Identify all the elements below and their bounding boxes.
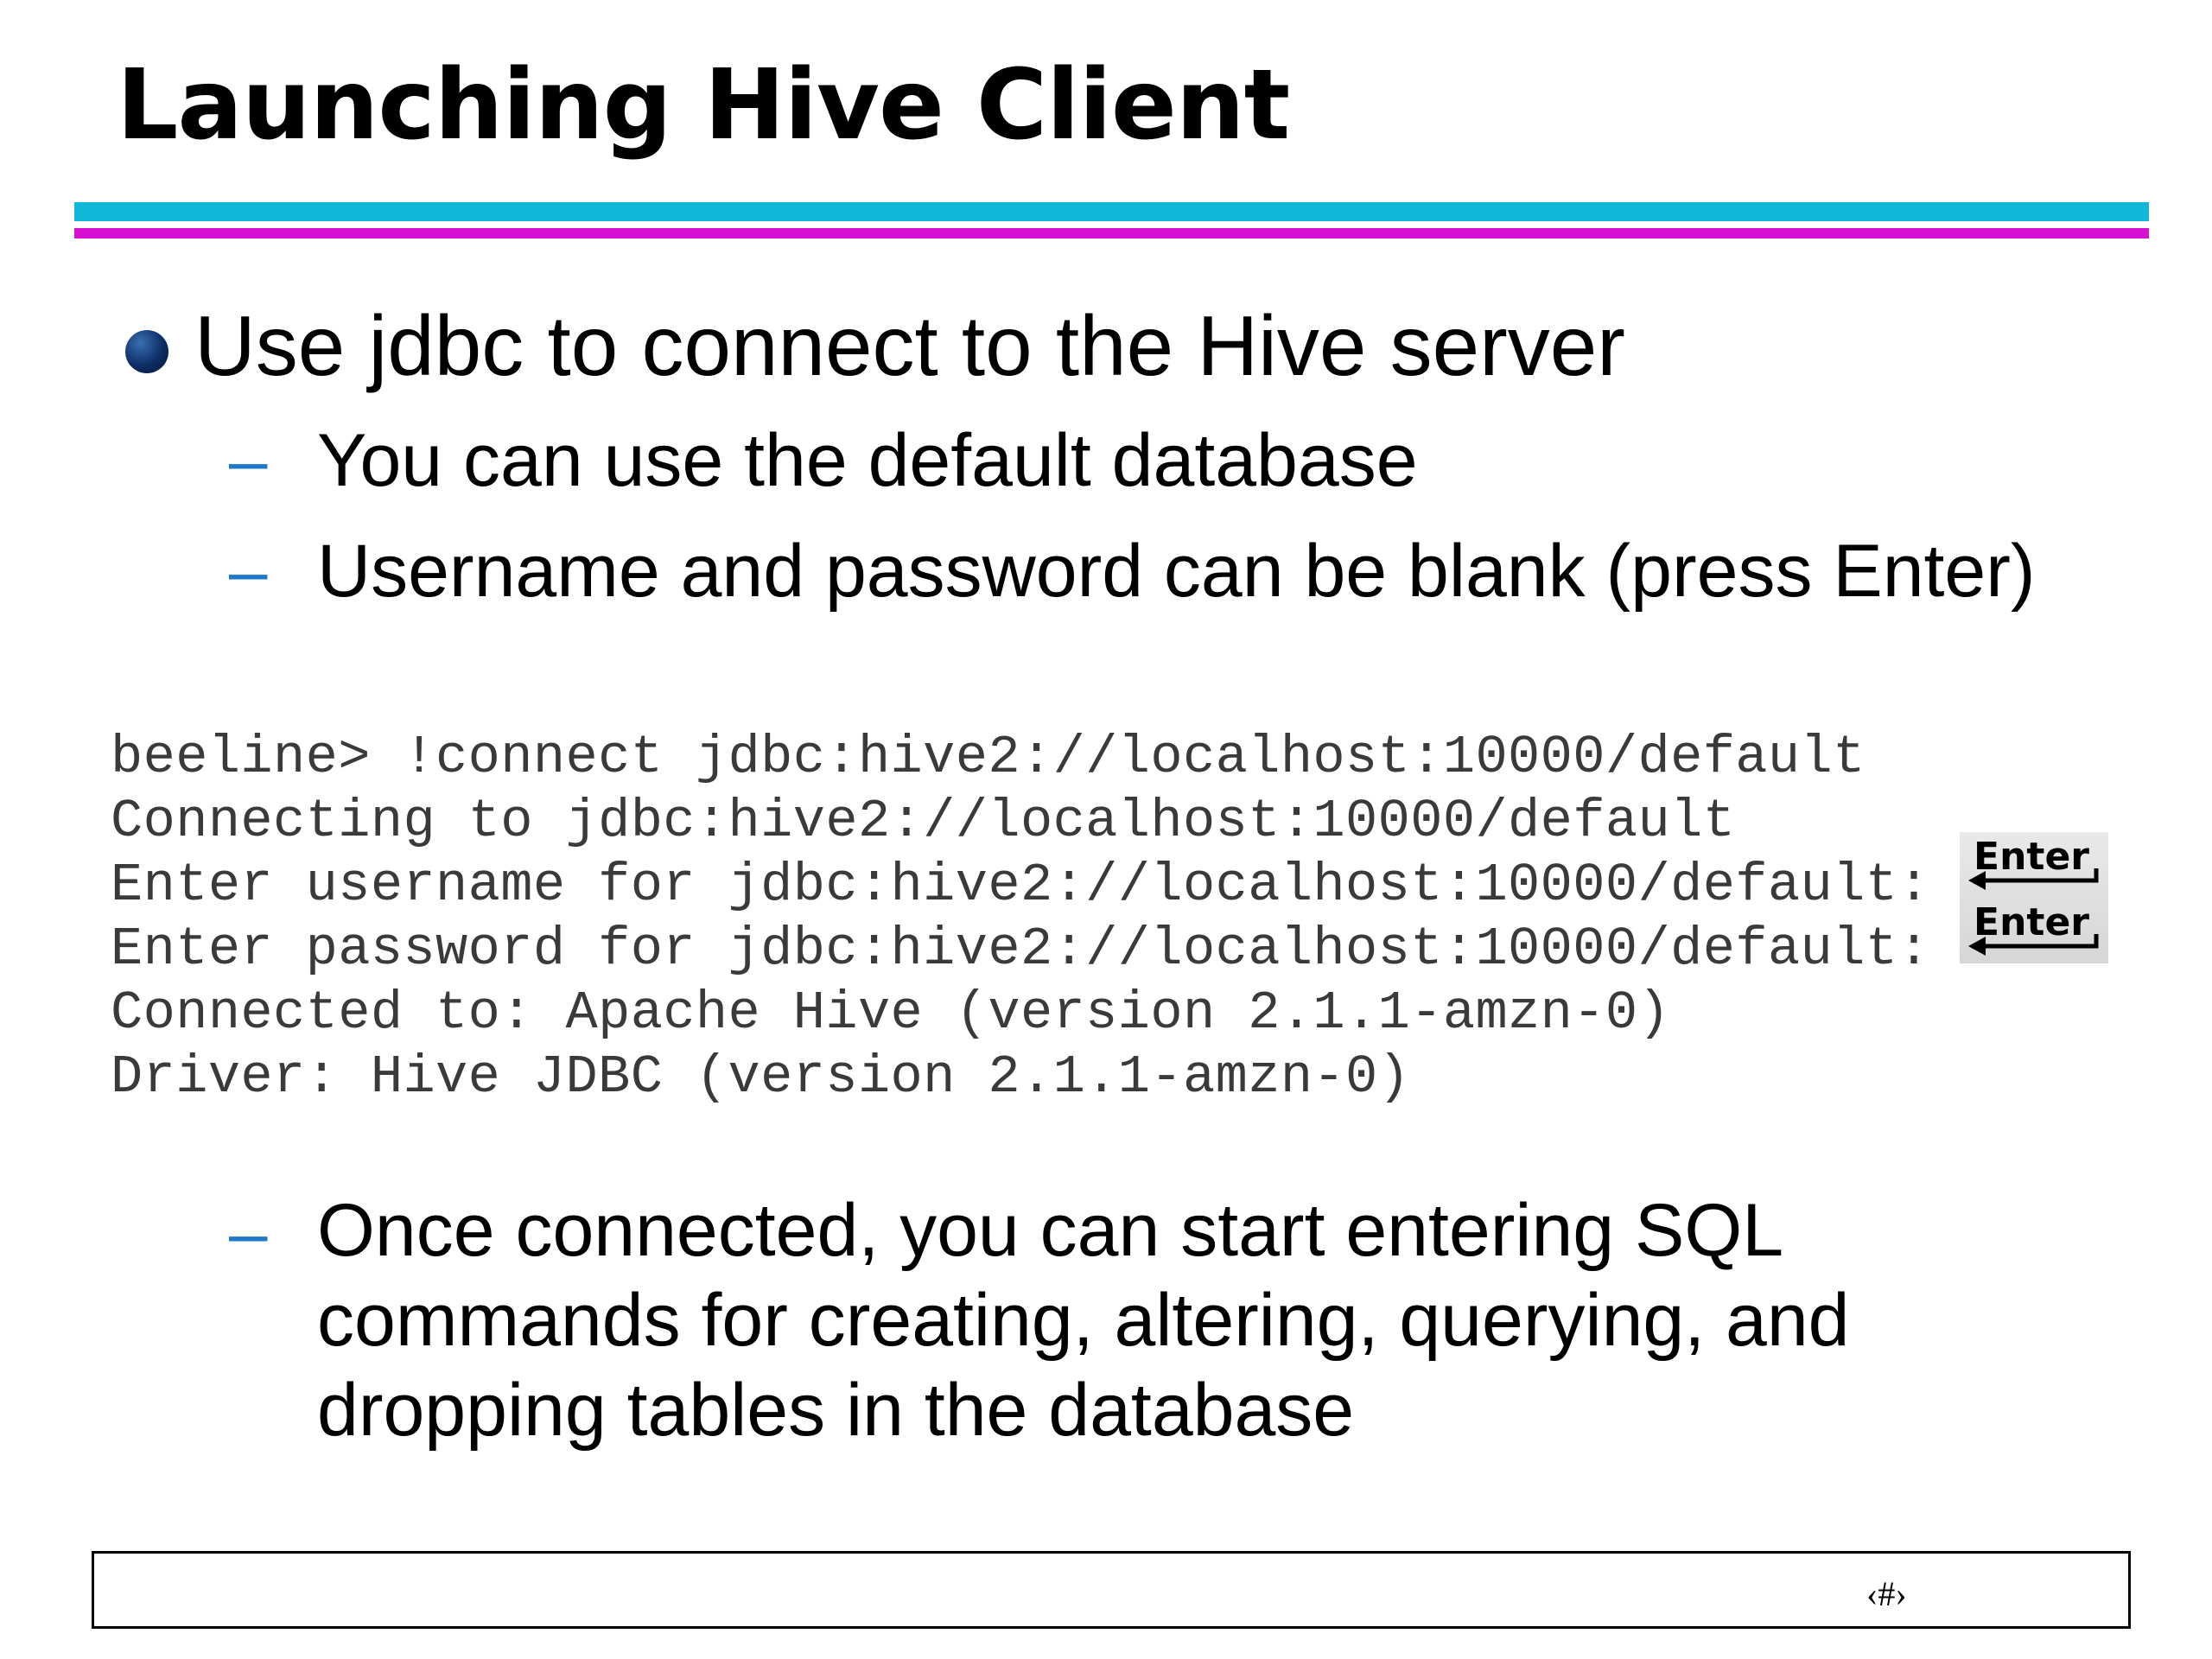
title-divider-magenta bbox=[74, 228, 2149, 238]
terminal-line: Enter username for jdbc:hive2://localhos… bbox=[111, 855, 1930, 916]
terminal-output: beeline> !connect jdbc:hive2://localhost… bbox=[111, 726, 1930, 1109]
terminal-line: Connected to: Apache Hive (version 2.1.1… bbox=[111, 982, 1671, 1044]
terminal-line: Driver: Hive JDBC (version 2.1.1-amzn-0) bbox=[111, 1046, 1411, 1108]
enter-key-password: Enter bbox=[1967, 899, 2105, 958]
slide-title: Launching Hive Client bbox=[117, 49, 1290, 162]
footer-box bbox=[92, 1551, 2131, 1629]
sub-bullet-text: You can use the default database bbox=[317, 419, 1418, 502]
dash-icon: – bbox=[229, 532, 268, 609]
dash-icon: – bbox=[229, 1194, 268, 1271]
enter-keys-callout: Enter Enter bbox=[1960, 832, 2108, 963]
terminal-line: Enter password for jdbc:hive2://localhos… bbox=[111, 918, 1930, 980]
dash-icon: – bbox=[229, 422, 268, 499]
enter-arrow-icon bbox=[1968, 934, 2099, 956]
page-number: ‹#› bbox=[1866, 1574, 1907, 1613]
enter-arrow-icon bbox=[1968, 868, 2099, 890]
terminal-line: beeline> !connect jdbc:hive2://localhost… bbox=[111, 727, 1866, 788]
terminal-line: Connecting to jdbc:hive2://localhost:100… bbox=[111, 791, 1736, 852]
bullet-dot-icon bbox=[125, 330, 168, 373]
main-bullet-text: Use jdbc to connect to the Hive server bbox=[194, 298, 1625, 393]
sub-bullet-text: Once connected, you can start entering S… bbox=[317, 1189, 1850, 1452]
title-divider-cyan bbox=[74, 202, 2149, 221]
sub-bullet-text: Username and password can be blank (pres… bbox=[317, 530, 2036, 613]
enter-key-username: Enter bbox=[1967, 834, 2105, 893]
